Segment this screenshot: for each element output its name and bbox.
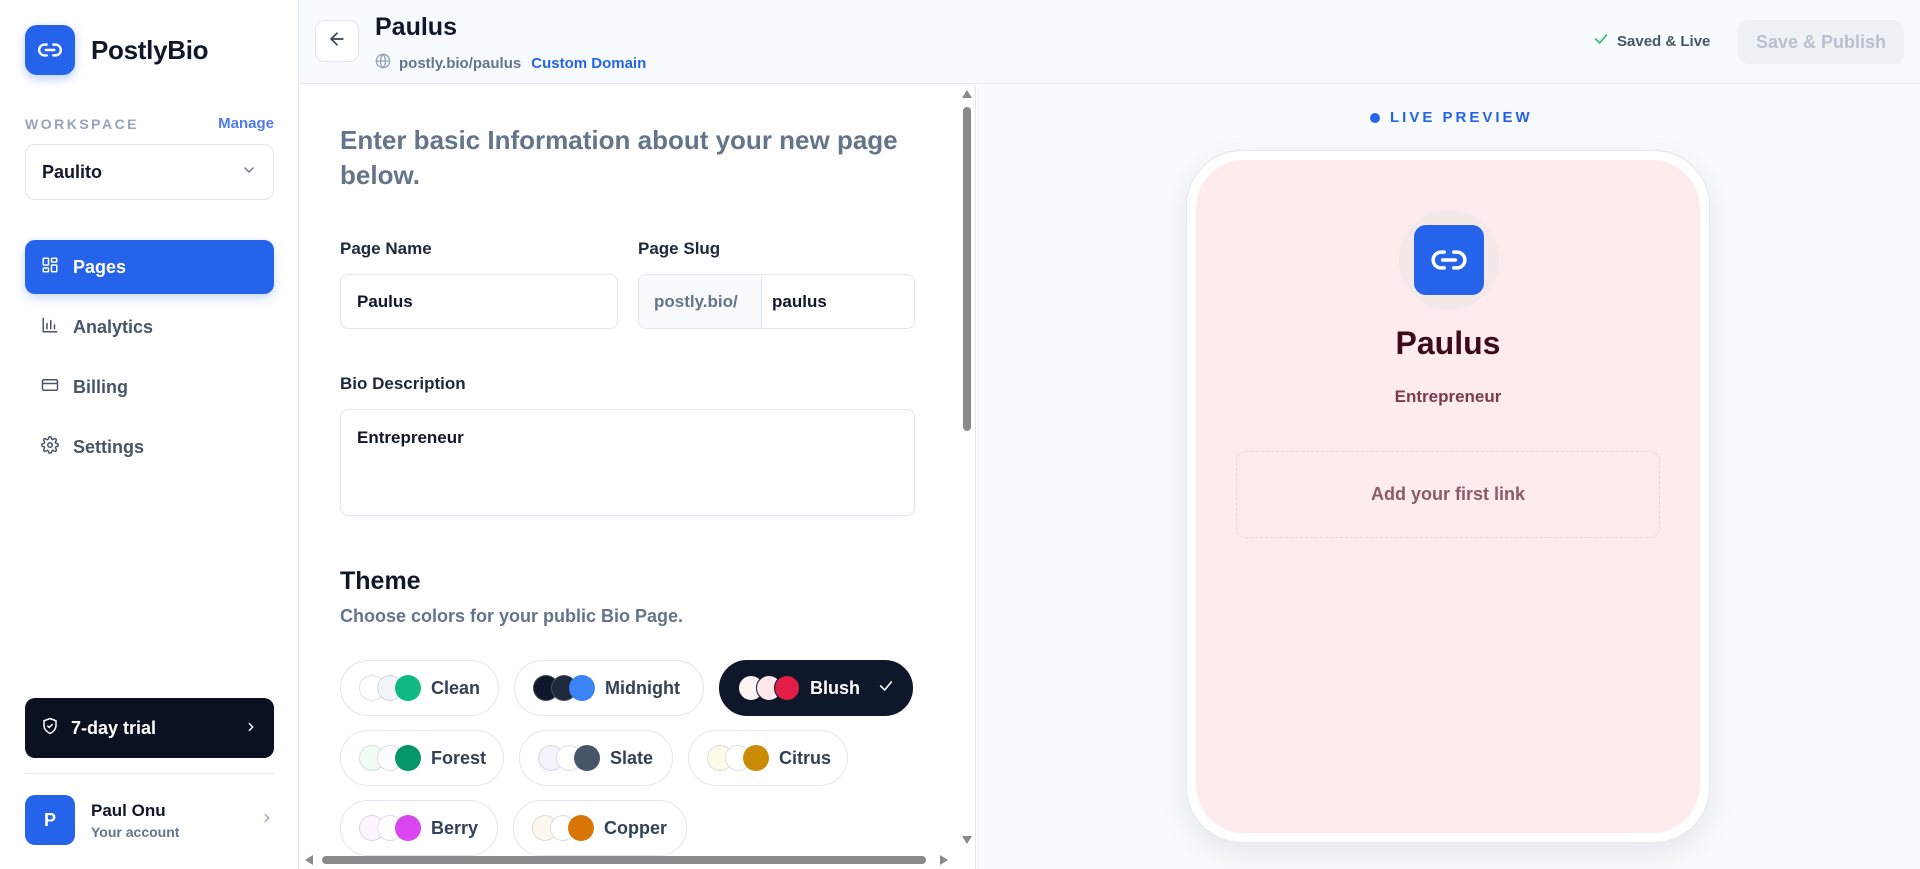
grid-icon xyxy=(41,256,59,279)
save-publish-button[interactable]: Save & Publish xyxy=(1738,20,1904,64)
account-menu[interactable]: P Paul Onu Your account xyxy=(25,794,274,846)
sidebar-divider xyxy=(25,773,274,774)
sidebar-item-label: Pages xyxy=(73,256,127,277)
back-button[interactable] xyxy=(315,20,359,62)
custom-domain-link[interactable]: Custom Domain xyxy=(531,55,646,72)
link-icon xyxy=(25,25,75,75)
theme-swatches xyxy=(359,815,421,841)
theme-name: Clean xyxy=(431,677,481,698)
theme-swatches xyxy=(532,815,594,841)
save-status-label: Saved & Live xyxy=(1617,32,1711,50)
theme-chip-clean[interactable]: Clean xyxy=(340,660,499,716)
slug-input[interactable]: paulus xyxy=(762,275,827,328)
workspace-label: WORKSPACE xyxy=(25,115,140,132)
account-subtitle: Your account xyxy=(91,823,180,840)
theme-swatches xyxy=(738,675,800,701)
live-preview-label: LIVE PREVIEW xyxy=(1370,109,1533,126)
brand-name: PostlyBio xyxy=(91,34,209,65)
trial-banner[interactable]: 7-day trial xyxy=(25,698,274,758)
shield-check-icon xyxy=(41,717,59,740)
theme-chip-citrus[interactable]: Citrus xyxy=(688,730,848,786)
theme-name: Copper xyxy=(604,817,667,838)
sidebar-nav: Pages Analytics Billing Settings xyxy=(25,240,274,480)
sidebar-item-label: Billing xyxy=(73,376,128,397)
page-name-input[interactable]: Paulus xyxy=(340,274,618,329)
theme-swatches xyxy=(359,675,421,701)
live-preview-panel: LIVE PREVIEW Paulus Entrepreneur Add you… xyxy=(977,85,1920,869)
bio-textarea[interactable]: Entrepreneur xyxy=(340,409,915,516)
page-name-label: Page Name xyxy=(340,239,432,258)
theme-subtitle: Choose colors for your public Bio Page. xyxy=(340,606,684,626)
sidebar-item-pages[interactable]: Pages xyxy=(25,240,274,294)
theme-chip-forest[interactable]: Forest xyxy=(340,730,504,786)
theme-title: Theme xyxy=(340,567,421,595)
brand[interactable]: PostlyBio xyxy=(25,25,209,75)
check-icon xyxy=(1593,31,1609,51)
live-preview-text: LIVE PREVIEW xyxy=(1390,109,1533,126)
add-first-link-placeholder[interactable]: Add your first link xyxy=(1236,451,1660,538)
gear-icon xyxy=(41,435,59,459)
manage-link[interactable]: Manage xyxy=(218,115,274,132)
theme-chip-midnight[interactable]: Midnight xyxy=(514,660,704,716)
sidebar-item-billing[interactable]: Billing xyxy=(25,360,274,414)
page-url-row: postly.bio/paulus Custom Domain xyxy=(375,53,646,73)
sidebar-item-settings[interactable]: Settings xyxy=(25,420,274,474)
theme-chip-slate[interactable]: Slate xyxy=(519,730,673,786)
globe-icon xyxy=(375,53,391,73)
slug-prefix: postly.bio/ xyxy=(639,275,762,328)
workspace-header: WORKSPACE Manage xyxy=(25,115,274,132)
page-header: Paulus postly.bio/paulus Custom Domain S… xyxy=(300,0,1920,84)
sidebar: PostlyBio WORKSPACE Manage Paulito Pages… xyxy=(0,0,299,869)
theme-name: Blush xyxy=(810,677,861,698)
theme-name: Forest xyxy=(431,747,487,768)
link-icon xyxy=(1414,225,1484,295)
theme-name: Midnight xyxy=(605,677,680,698)
scrollbar-thumb[interactable] xyxy=(322,856,926,864)
page-title: Paulus xyxy=(375,13,457,41)
sidebar-item-label: Settings xyxy=(73,436,145,457)
horizontal-scrollbar[interactable] xyxy=(300,851,958,869)
page-slug-label: Page Slug xyxy=(638,239,721,258)
sidebar-item-analytics[interactable]: Analytics xyxy=(25,300,274,354)
theme-swatches xyxy=(533,675,595,701)
preview-name: Paulus xyxy=(1395,325,1501,361)
page-slug-field[interactable]: postly.bio/ paulus xyxy=(638,274,915,329)
check-icon xyxy=(878,678,894,699)
theme-chip-copper[interactable]: Copper xyxy=(513,800,687,856)
save-status: Saved & Live xyxy=(1593,31,1710,51)
live-dot-icon xyxy=(1370,112,1380,123)
theme-swatches xyxy=(707,745,769,771)
preview-bio: Entrepreneur xyxy=(1394,387,1502,406)
theme-swatches xyxy=(359,745,421,771)
preview-avatar xyxy=(1399,210,1499,310)
sidebar-item-label: Analytics xyxy=(73,316,154,337)
form-intro: Enter basic Information about your new p… xyxy=(340,125,898,190)
phone-screen: Paulus Entrepreneur Add your first link xyxy=(1196,160,1700,833)
theme-name: Berry xyxy=(431,817,479,838)
vertical-scrollbar[interactable] xyxy=(958,85,976,849)
account-info: Paul Onu Your account xyxy=(91,801,179,840)
page-form: Enter basic Information about your new p… xyxy=(300,85,976,869)
bar-chart-icon xyxy=(41,316,59,339)
trial-label: 7-day trial xyxy=(71,717,157,738)
scrollbar-thumb[interactable] xyxy=(963,107,971,431)
workspace-select[interactable]: Paulito xyxy=(25,144,274,200)
avatar: P xyxy=(25,795,75,845)
chevron-right-icon xyxy=(244,718,258,739)
theme-chip-blush[interactable]: Blush xyxy=(719,660,913,716)
arrow-left-icon xyxy=(327,29,347,54)
phone-frame: Paulus Entrepreneur Add your first link xyxy=(1186,150,1710,843)
credit-card-icon xyxy=(41,376,59,399)
theme-name: Slate xyxy=(610,747,654,768)
theme-swatches xyxy=(538,745,600,771)
chevron-right-icon xyxy=(260,811,274,830)
bio-label: Bio Description xyxy=(340,374,466,393)
workspace-value: Paulito xyxy=(42,161,103,182)
theme-name: Citrus xyxy=(779,747,832,768)
account-name: Paul Onu xyxy=(91,800,166,820)
theme-chip-berry[interactable]: Berry xyxy=(340,800,498,856)
page-url[interactable]: postly.bio/paulus xyxy=(399,55,521,72)
chevron-down-icon xyxy=(241,162,257,183)
